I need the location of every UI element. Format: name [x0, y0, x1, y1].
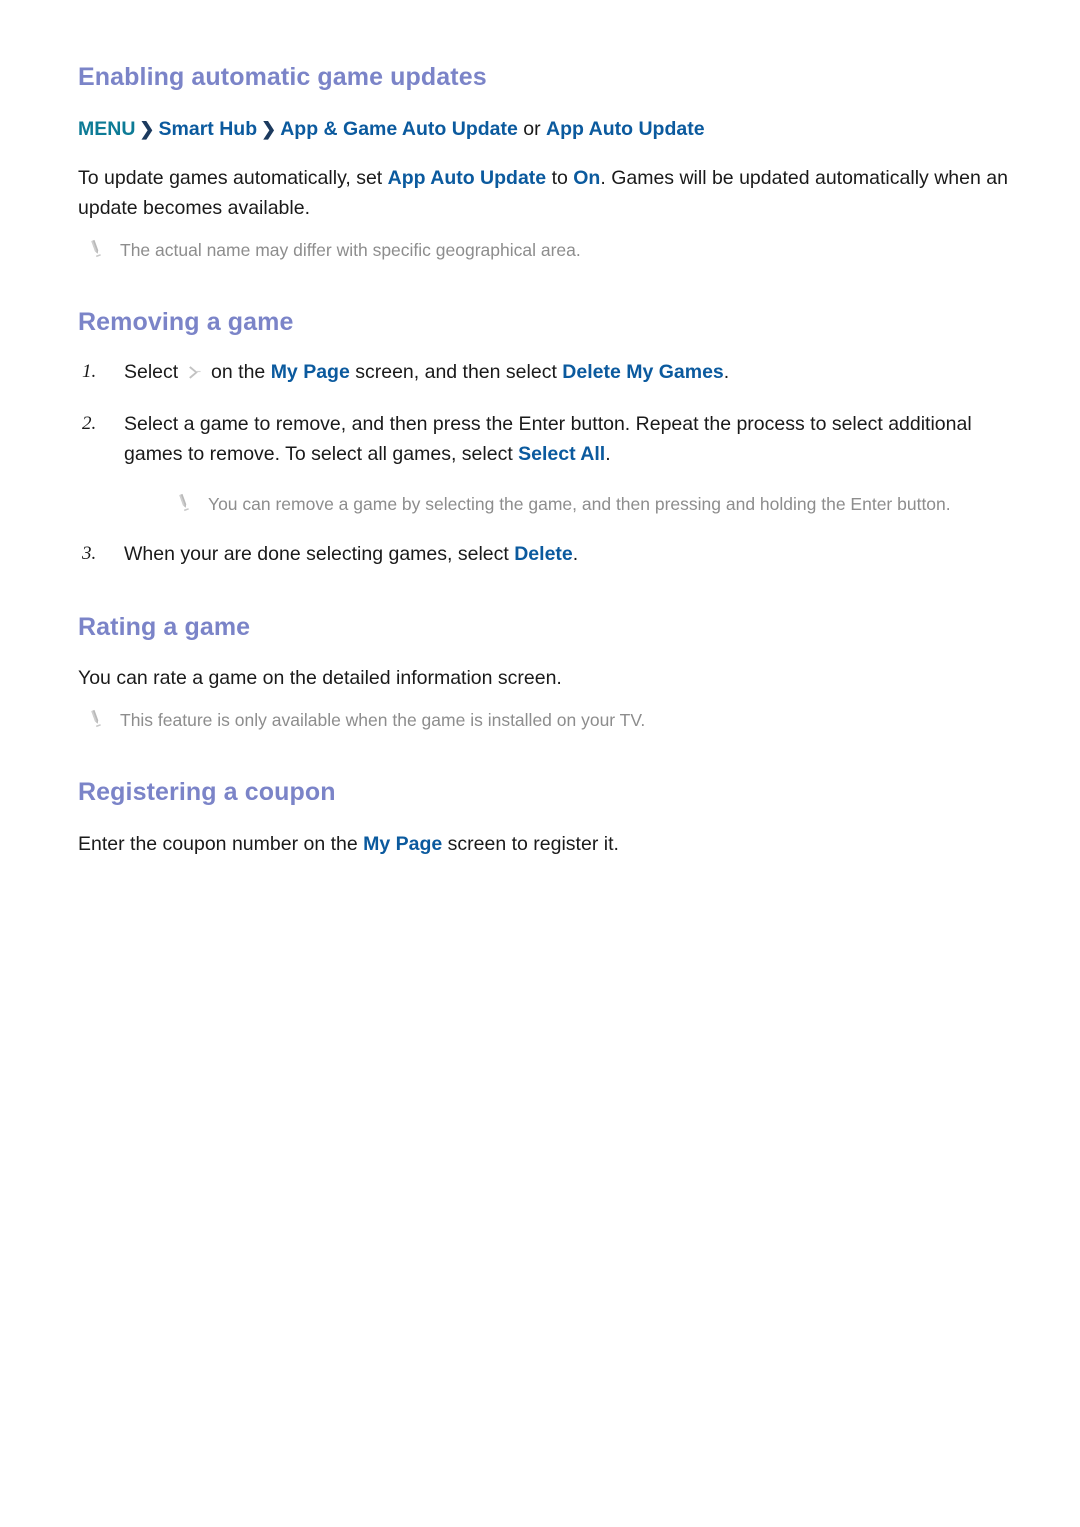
chevron-right-icon[interactable]: [187, 364, 203, 381]
paragraph-text: to: [546, 166, 574, 189]
rating-paragraph: You can rate a game on the detailed info…: [78, 666, 562, 689]
note-text: You can remove a game by selecting the g…: [208, 494, 951, 515]
coupon-paragraph: Enter the coupon number on the My Page s…: [78, 829, 1020, 859]
step-text: .: [572, 543, 579, 566]
paragraph-text: Enter the coupon number on the: [78, 832, 364, 855]
note-row: The actual name may differ with specific…: [84, 237, 1020, 263]
breadcrumb-conjunction: or: [523, 118, 541, 141]
note-row: This feature is only available when the …: [84, 707, 1020, 733]
section-heading: Removing a game: [78, 308, 294, 337]
pencil-note-icon: [172, 492, 194, 514]
paragraph-text: screen to register it.: [442, 832, 619, 855]
section-heading: Registering a coupon: [78, 778, 336, 807]
chevron-right-icon: ❯: [261, 119, 277, 140]
breadcrumb-item-menu[interactable]: MENU: [78, 118, 135, 140]
chevron-right-icon: ❯: [139, 119, 155, 140]
breadcrumb-item-app-game-auto-update[interactable]: App & Game Auto Update: [280, 118, 518, 140]
link-my-page[interactable]: My Page: [271, 361, 350, 383]
link-delete-my-games[interactable]: Delete My Games: [562, 361, 724, 383]
link-on[interactable]: On: [573, 167, 600, 189]
list-item: 2. Select a game to remove, and then pres…: [78, 409, 1020, 518]
section-enabling-automatic-game-updates: Enabling automatic game updates MENU ❯ Sma…: [78, 62, 1020, 263]
note-text: This feature is only available when the …: [120, 710, 646, 731]
link-app-auto-update[interactable]: App Auto Update: [388, 167, 547, 189]
section-removing-a-game: Removing a game 1. Select on the My Page …: [78, 307, 1020, 569]
breadcrumb-item-app-auto-update[interactable]: App Auto Update: [546, 118, 705, 140]
step-text: screen, and then select: [349, 360, 563, 383]
document-page: Enabling automatic game updates MENU ❯ Sma…: [0, 0, 1080, 1527]
step-text: .: [605, 442, 611, 465]
list-item-number: 3.: [82, 543, 97, 565]
link-my-page[interactable]: My Page: [363, 833, 442, 855]
pencil-note-icon: [84, 238, 106, 260]
note-row: You can remove a game by selecting the g…: [172, 491, 1020, 517]
paragraph-text: To update games automatically, set: [78, 166, 388, 189]
step-text: Select: [124, 360, 184, 383]
section-heading: Rating a game: [78, 612, 251, 641]
link-delete[interactable]: Delete: [514, 543, 573, 565]
intro-paragraph: To update games automatically, set App A…: [78, 163, 1020, 223]
section-registering-a-coupon: Registering a coupon Enter the coupon nu…: [78, 777, 1020, 858]
note-text: The actual name may differ with specific…: [120, 240, 581, 260]
steps-list: 1. Select on the My Page screen, and then…: [78, 357, 1020, 570]
page-title: Enabling automatic game updates: [78, 63, 487, 91]
step-text: .: [723, 360, 730, 383]
section-rating-a-game: Rating a game You can rate a game on the…: [78, 612, 1020, 734]
pencil-note-icon: [84, 708, 106, 730]
link-select-all[interactable]: Select All: [518, 443, 605, 465]
list-item-number: 1.: [82, 360, 97, 382]
step-text: When your are done selecting games, sele…: [124, 543, 515, 566]
step-text: on the: [205, 360, 271, 383]
list-item-number: 2.: [82, 412, 97, 434]
list-item: 1. Select on the My Page screen, and then…: [78, 357, 1020, 387]
breadcrumb-item-smart-hub[interactable]: Smart Hub: [159, 118, 258, 140]
list-item: 3. When your are done selecting games, se…: [78, 539, 1020, 569]
breadcrumb: MENU ❯ Smart Hub ❯ App & Game Auto Update or…: [78, 116, 1020, 142]
